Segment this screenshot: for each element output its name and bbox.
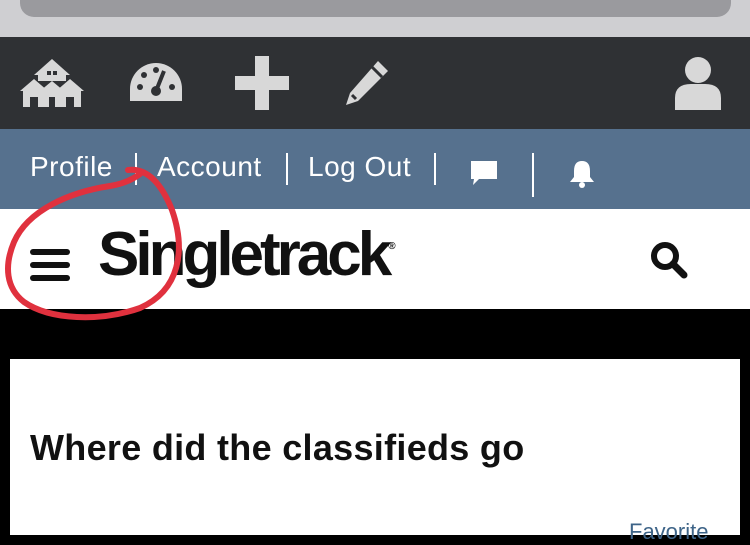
nav-separator	[532, 153, 534, 197]
plus-icon[interactable]	[230, 55, 294, 111]
address-bar[interactable]	[20, 0, 731, 17]
favorite-link[interactable]: Favorite	[629, 519, 708, 545]
post-card: Where did the classifieds go Favorite	[10, 359, 740, 544]
browser-top-bar	[0, 0, 750, 37]
nav-separator	[286, 153, 288, 185]
post-title: Where did the classifieds go	[30, 427, 525, 468]
chat-icon[interactable]	[469, 159, 499, 191]
nav-separator	[434, 153, 436, 185]
bell-icon[interactable]	[568, 159, 596, 193]
home-icon[interactable]	[20, 55, 84, 111]
site-toolbar	[0, 37, 750, 129]
pencil-icon[interactable]	[334, 55, 398, 111]
logo-registered-mark: ®	[388, 241, 396, 252]
dashboard-icon[interactable]	[124, 55, 188, 111]
user-icon[interactable]	[666, 55, 730, 111]
search-icon[interactable]	[650, 241, 688, 283]
red-circle-annotation	[5, 166, 182, 321]
logout-link[interactable]: Log Out	[308, 151, 411, 183]
